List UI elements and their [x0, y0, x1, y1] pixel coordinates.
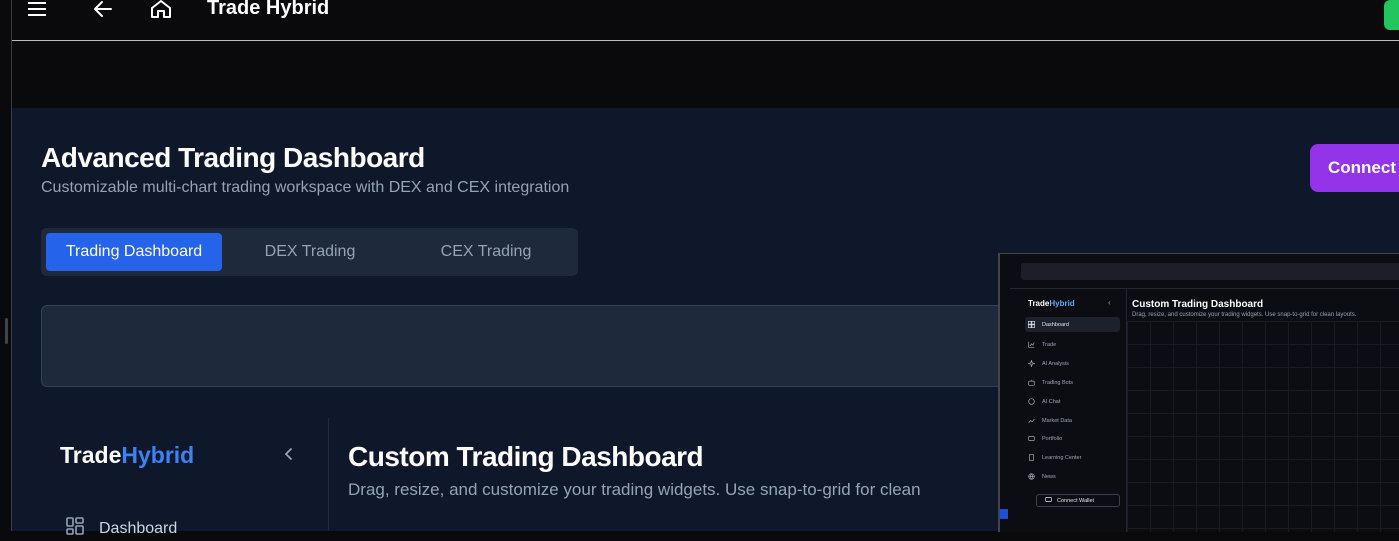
app-title: Trade Hybrid: [207, 0, 330, 19]
preview-nav-ai-chat[interactable]: AI Chat: [1025, 394, 1120, 409]
book-icon: [1028, 454, 1035, 461]
chart-icon: [1028, 341, 1035, 348]
preview-window[interactable]: TradeHybrid ‹ Dashboard Trade AI Analysi…: [998, 253, 1399, 532]
page-subtitle: Customizable multi-chart trading workspa…: [41, 179, 570, 196]
preview-nav-label: Market Data: [1042, 417, 1072, 424]
preview-nav-label: Trading Bots: [1042, 379, 1073, 386]
brand-part1: Trade: [60, 442, 122, 468]
toolbar-panel: [41, 305, 1021, 387]
preview-nav-label: Learning Center: [1042, 454, 1082, 461]
preview-sidebar: TradeHybrid ‹ Dashboard Trade AI Analysi…: [1010, 289, 1127, 532]
tab-dex-trading[interactable]: DEX Trading: [222, 233, 398, 271]
preview-connect-wallet-button[interactable]: Connect Wallet: [1036, 494, 1120, 507]
preview-nav-market-data[interactable]: Market Data: [1025, 413, 1120, 428]
chevron-left-icon[interactable]: ‹: [1108, 298, 1111, 307]
preview-nav-label: AI Chat: [1042, 398, 1061, 405]
trend-icon: [1028, 417, 1035, 424]
preview-brand: TradeHybrid: [1028, 299, 1075, 308]
dashboard-subtitle: Drag, resize, and customize your trading…: [348, 480, 921, 499]
preview-nav-trading-bots[interactable]: Trading Bots: [1025, 375, 1120, 390]
brand-part1: Trade: [1028, 299, 1050, 308]
chevron-left-icon[interactable]: [283, 447, 295, 466]
sparkle-icon: [1028, 360, 1035, 367]
preview-nav-trade[interactable]: Trade: [1025, 337, 1120, 352]
tab-cex-trading[interactable]: CEX Trading: [398, 233, 574, 271]
widget-grid[interactable]: [1127, 321, 1399, 532]
bot-icon: [1028, 379, 1035, 386]
sidebar-item-label: Dashboard: [99, 519, 178, 537]
tab-bar: Trading Dashboard DEX Trading CEX Tradin…: [41, 228, 578, 276]
preview-nav-news[interactable]: News: [1025, 469, 1120, 484]
preview-nav-label: Portfolio: [1042, 435, 1063, 442]
wallet-icon: [1028, 435, 1035, 442]
wallet-icon: [1045, 496, 1052, 505]
preview-title: Custom Trading Dashboard: [1132, 299, 1264, 310]
tab-trading-dashboard[interactable]: Trading Dashboard: [46, 233, 222, 271]
sidebar-item-dashboard[interactable]: Dashboard: [65, 516, 177, 541]
dashboard-title: Custom Trading Dashboard: [348, 441, 704, 472]
preview-nav-portfolio[interactable]: Portfolio: [1025, 431, 1120, 446]
page-title: Advanced Trading Dashboard: [41, 142, 425, 173]
header-strip: [12, 41, 1399, 108]
preview-top-strip: [1000, 254, 1399, 263]
preview-nav-learning-center[interactable]: Learning Center: [1025, 450, 1120, 465]
brand-part2: Hybrid: [1049, 299, 1075, 308]
connect-wallet-button[interactable]: Connect W: [1310, 144, 1399, 192]
grid-icon: [65, 516, 85, 541]
preview-nav-label: AI Analysis: [1042, 360, 1069, 367]
preview-subtitle: Drag, resize, and customize your trading…: [1132, 312, 1357, 318]
sidebar-brand: TradeHybrid: [60, 442, 194, 469]
preview-nav-label: Trade: [1042, 341, 1057, 348]
grid-icon: [1028, 321, 1035, 328]
globe-icon: [1028, 473, 1035, 480]
menu-icon[interactable]: [26, 0, 48, 20]
resize-handle[interactable]: [5, 318, 8, 344]
brand-part2: Hybrid: [121, 442, 195, 468]
status-indicator[interactable]: [1384, 0, 1399, 30]
preview-wallet-label: Connect Wallet: [1057, 497, 1095, 504]
preview-nav-label: News: [1042, 473, 1056, 480]
preview-edge-marker: [1000, 509, 1008, 519]
preview-nav-dashboard[interactable]: Dashboard: [1025, 317, 1120, 332]
top-bar: Trade Hybrid: [12, 0, 1399, 41]
preview-main: Custom Trading Dashboard Drag, resize, a…: [1127, 289, 1399, 532]
sidebar-divider: [328, 418, 329, 531]
home-icon[interactable]: [150, 0, 172, 20]
arrow-left-icon[interactable]: [92, 0, 114, 20]
preview-nav-ai-analysis[interactable]: AI Analysis: [1025, 356, 1120, 371]
preview-nav-label: Dashboard: [1042, 321, 1069, 328]
preview-address-bar[interactable]: [1021, 263, 1399, 280]
chat-icon: [1028, 398, 1035, 405]
